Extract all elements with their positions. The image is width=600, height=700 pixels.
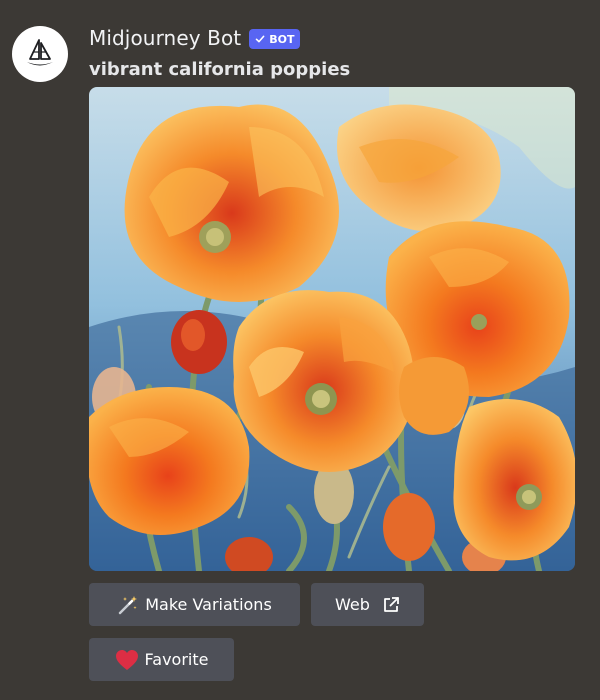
message-header: Midjourney Bot BOT	[89, 22, 301, 54]
favorite-label: Favorite	[144, 650, 209, 669]
sailboat-logo-icon	[27, 39, 53, 66]
author-name[interactable]: Midjourney Bot	[89, 26, 241, 50]
web-button[interactable]: Web	[311, 583, 424, 626]
make-variations-button[interactable]: Make Variations	[89, 583, 300, 626]
heart-icon	[115, 649, 139, 671]
prompt-text: vibrant california poppies	[89, 59, 351, 80]
magic-wand-icon	[117, 594, 139, 616]
web-label: Web	[335, 595, 370, 614]
bot-badge-label: BOT	[269, 32, 295, 46]
make-variations-label: Make Variations	[145, 595, 272, 614]
favorite-button[interactable]: Favorite	[89, 638, 234, 681]
poppies-painting	[89, 87, 575, 571]
bot-badge: BOT	[249, 29, 301, 49]
bot-avatar[interactable]	[12, 26, 68, 82]
chat-message: Midjourney Bot BOT vibrant california po…	[0, 0, 600, 700]
external-link-icon	[382, 596, 400, 614]
generated-image[interactable]	[89, 87, 575, 571]
checkmark-icon	[255, 35, 265, 43]
